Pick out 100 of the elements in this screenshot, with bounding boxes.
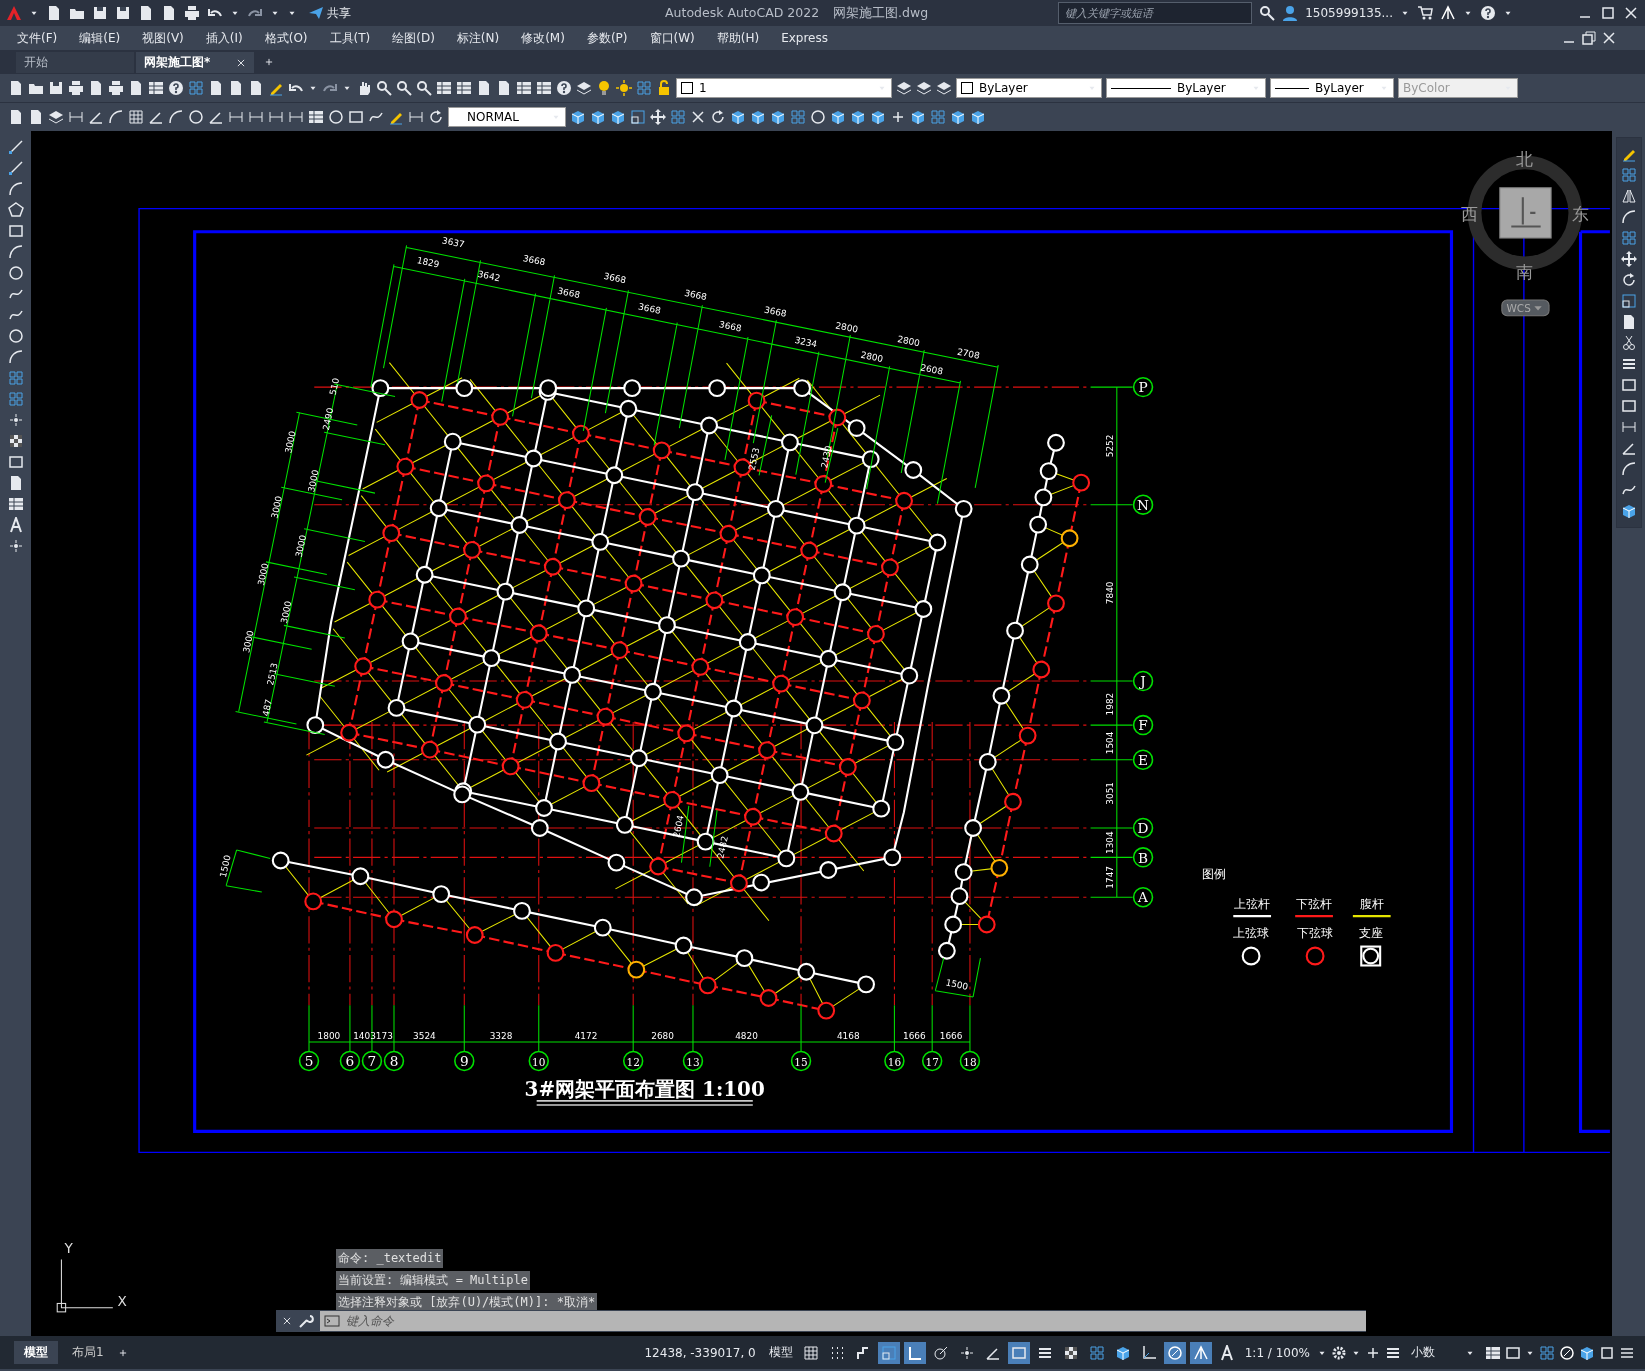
save-icon[interactable] [92, 5, 108, 21]
text-style-dropdown[interactable]: NORMAL [448, 107, 566, 127]
text-tool-icon[interactable] [7, 517, 24, 533]
user-icon[interactable] [1282, 5, 1299, 21]
menu-item[interactable]: 修改(M) [512, 29, 574, 47]
angle-icon[interactable] [1620, 440, 1637, 456]
angle-icon[interactable] [148, 109, 164, 125]
menu-item[interactable]: 视图(V) [133, 29, 193, 47]
logo-icon[interactable] [6, 5, 22, 21]
squares-icon[interactable] [7, 370, 24, 386]
help-icon[interactable] [168, 80, 184, 96]
cube-icon[interactable] [1579, 1344, 1595, 1361]
terminal-icon[interactable] [324, 1313, 340, 1329]
rotate-icon[interactable] [1620, 272, 1637, 288]
linetype-dropdown[interactable]: ByLayer [1106, 78, 1266, 98]
point-icon[interactable] [7, 538, 24, 554]
table-icon[interactable] [436, 80, 452, 96]
restore-icon[interactable] [1581, 30, 1597, 46]
menu-item[interactable]: 格式(O) [255, 29, 317, 47]
arc-icon[interactable] [1620, 209, 1637, 225]
magnifier-icon[interactable] [416, 80, 432, 96]
plus-icon[interactable] [890, 109, 906, 125]
menu-item[interactable]: 文件(F) [8, 29, 67, 47]
document-icon[interactable] [46, 5, 62, 21]
close-icon[interactable] [690, 109, 706, 125]
gear-icon[interactable] [1331, 1344, 1347, 1361]
arc-icon[interactable] [7, 181, 24, 197]
dimension-icon[interactable] [288, 109, 304, 125]
cube-icon[interactable] [1620, 503, 1637, 519]
document-icon[interactable] [228, 80, 244, 96]
scale-toggle[interactable] [877, 1341, 900, 1364]
cube-icon[interactable] [590, 109, 606, 125]
document-icon[interactable] [8, 109, 24, 125]
units-dropdown[interactable]: 小数 [1405, 1344, 1481, 1361]
save-icon[interactable] [48, 80, 64, 96]
share-button[interactable]: 共享 [304, 4, 355, 22]
arc-icon[interactable] [108, 109, 124, 125]
table-icon[interactable] [536, 80, 552, 96]
lock-icon[interactable] [656, 80, 672, 96]
cube-icon[interactable] [850, 109, 866, 125]
line-icon[interactable] [7, 160, 24, 176]
annotation-scale-button[interactable]: 1:1 / 100% [1241, 1343, 1313, 1362]
dimension-icon[interactable] [268, 109, 284, 125]
circle-icon[interactable] [7, 328, 24, 344]
document-icon[interactable] [161, 5, 177, 21]
help-icon[interactable] [556, 80, 572, 96]
menu-item[interactable]: 参数(P) [577, 29, 637, 47]
cart-icon[interactable] [1417, 5, 1433, 21]
layers-icon[interactable] [896, 80, 912, 96]
document-icon[interactable] [476, 80, 492, 96]
command-input[interactable]: 键入命令 [344, 1311, 1366, 1331]
document-icon[interactable] [128, 80, 144, 96]
angle-icon[interactable] [208, 109, 224, 125]
menu-item[interactable]: 绘图(D) [383, 29, 444, 47]
table-icon[interactable] [456, 80, 472, 96]
layers-icon[interactable] [48, 109, 64, 125]
layout-tab[interactable]: 模型 [14, 1341, 58, 1364]
document-icon[interactable] [248, 80, 264, 96]
checkerboard-icon[interactable] [7, 433, 24, 449]
close-icon[interactable] [1601, 30, 1617, 46]
polygon-icon[interactable] [7, 202, 24, 218]
arc-icon[interactable] [7, 244, 24, 260]
document-icon[interactable] [138, 5, 154, 21]
sun-icon[interactable] [616, 80, 632, 96]
dimension-icon[interactable] [1620, 419, 1637, 435]
squares-icon[interactable] [1539, 1344, 1555, 1361]
scale-icon[interactable] [1620, 293, 1637, 309]
color-dropdown[interactable]: ByLayer [956, 78, 1102, 98]
rectangle-icon[interactable] [348, 109, 364, 125]
table-icon[interactable] [1485, 1344, 1501, 1361]
model-space-button[interactable]: 模型 [765, 1342, 796, 1363]
grid-icon[interactable] [128, 109, 144, 125]
compass-direction[interactable]: 南 [1516, 261, 1534, 282]
menu-item[interactable]: Express [772, 31, 837, 45]
dimension-icon[interactable] [408, 109, 424, 125]
rotate-icon[interactable] [710, 109, 726, 125]
compass-toggle[interactable] [1163, 1341, 1186, 1364]
maximize-icon[interactable] [1599, 1344, 1615, 1361]
squares-icon[interactable] [7, 391, 24, 407]
document-icon[interactable] [496, 80, 512, 96]
compass-direction[interactable]: 西 [1460, 204, 1478, 225]
menu-item[interactable]: 帮助(H) [707, 29, 769, 47]
squares-icon[interactable] [1620, 167, 1637, 183]
cube-icon[interactable] [870, 109, 886, 125]
right-angle-toggle[interactable] [903, 1341, 926, 1364]
squares-icon[interactable] [636, 80, 652, 96]
circle-icon[interactable] [7, 265, 24, 281]
printer-icon[interactable] [108, 80, 124, 96]
cube-icon[interactable] [730, 109, 746, 125]
angle-icon[interactable] [88, 109, 104, 125]
menu-item[interactable]: 工具(T) [320, 29, 380, 47]
menu-item[interactable]: 窗口(W) [640, 29, 704, 47]
annotation-icon[interactable] [1440, 5, 1456, 21]
document-icon[interactable] [28, 109, 44, 125]
lines-icon[interactable] [1620, 356, 1637, 372]
menu-item[interactable]: 标注(N) [447, 29, 509, 47]
cube-icon[interactable] [950, 109, 966, 125]
line-icon[interactable] [7, 139, 24, 155]
layers-icon[interactable] [576, 80, 592, 96]
table-icon[interactable] [516, 80, 532, 96]
